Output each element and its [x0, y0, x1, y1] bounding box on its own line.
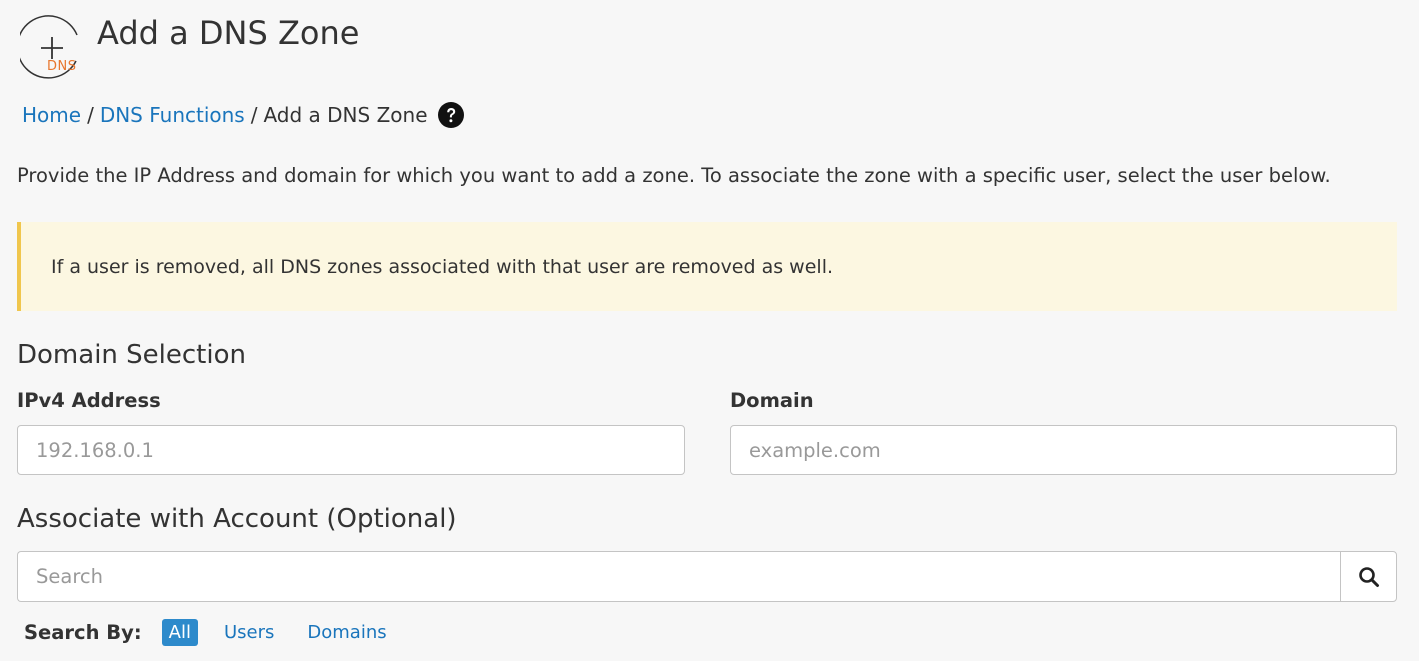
search-icon — [1358, 566, 1379, 587]
filter-all-button[interactable]: All — [161, 619, 198, 646]
logo-dns-label: DNS — [47, 59, 77, 74]
account-search-input[interactable] — [17, 551, 1340, 602]
account-search-group — [17, 551, 1397, 602]
domain-selection-title: Domain Selection — [17, 340, 246, 370]
breadcrumb: Home / DNS Functions / Add a DNS Zone — [22, 102, 464, 128]
ipv4-address-input[interactable] — [17, 425, 685, 475]
intro-text: Provide the IP Address and domain for wh… — [17, 164, 1331, 187]
dns-zone-logo: DNS — [20, 15, 84, 79]
breadcrumb-separator: / — [87, 103, 94, 127]
warning-alert: If a user is removed, all DNS zones asso… — [17, 222, 1397, 311]
ipv4-label: IPv4 Address — [17, 389, 161, 412]
associate-account-title: Associate with Account (Optional) — [17, 504, 457, 534]
domain-input[interactable] — [730, 425, 1397, 475]
question-circle-icon[interactable] — [437, 102, 464, 128]
breadcrumb-dns-functions-link[interactable]: DNS Functions — [100, 103, 245, 127]
alert-text: If a user is removed, all DNS zones asso… — [51, 256, 834, 278]
page-header: DNS Add a DNS Zone — [20, 14, 360, 79]
search-by-filter: Search By: All Users Domains — [24, 619, 413, 646]
search-button[interactable] — [1340, 551, 1397, 602]
breadcrumb-separator: / — [250, 103, 258, 127]
page-title: Add a DNS Zone — [97, 14, 360, 53]
domain-label: Domain — [730, 389, 814, 412]
filter-domains-button[interactable]: Domains — [300, 619, 393, 646]
filter-users-button[interactable]: Users — [217, 619, 281, 646]
breadcrumb-current: Add a DNS Zone — [263, 103, 428, 127]
search-by-label: Search By: — [24, 621, 142, 644]
breadcrumb-home-link[interactable]: Home — [22, 103, 81, 127]
